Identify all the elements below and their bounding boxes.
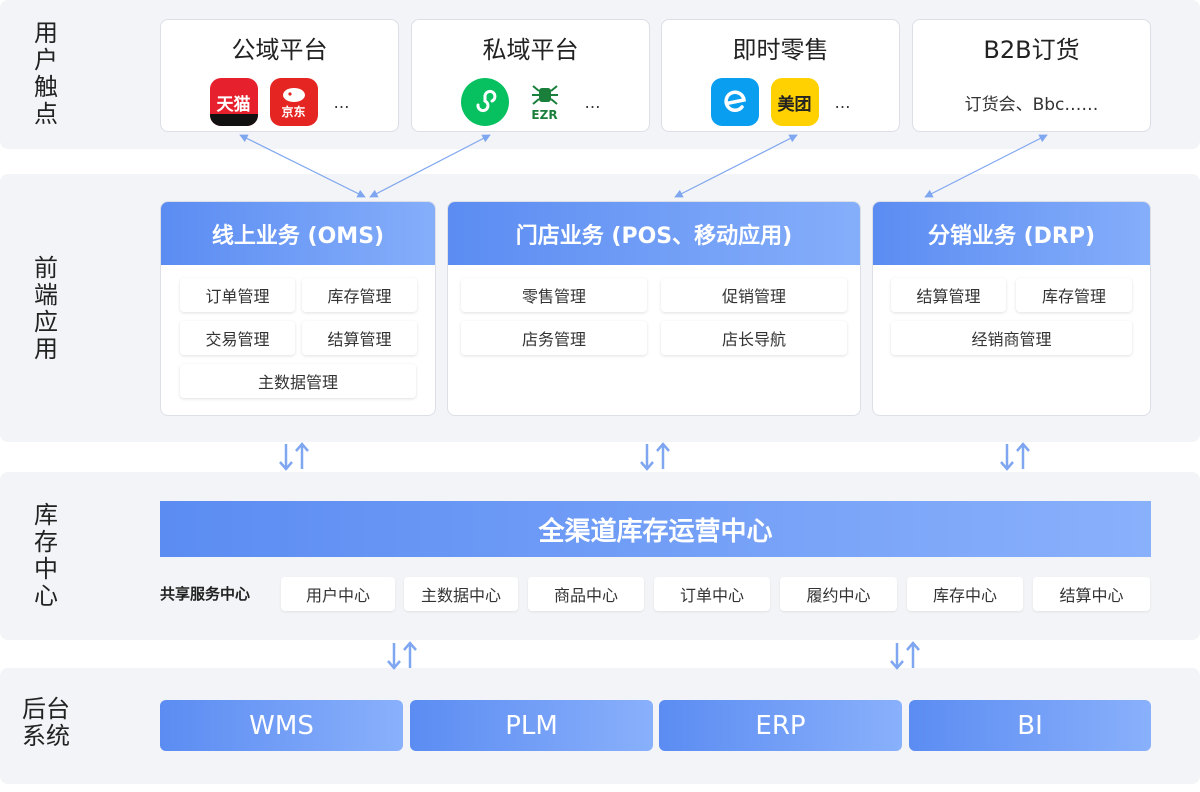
connector-line <box>239 134 366 198</box>
sync-arrow-icon <box>387 641 417 670</box>
sync-arrow-icon <box>1000 442 1030 471</box>
touchpoint-connectors <box>239 134 1048 198</box>
connector-line <box>674 134 798 198</box>
sync-arrows <box>279 442 1030 670</box>
connector-line <box>924 134 1048 198</box>
sync-arrow-icon <box>279 442 309 471</box>
connector-overlay <box>239 134 1048 670</box>
connector-line <box>369 134 491 198</box>
sync-arrow-icon <box>890 641 920 670</box>
sync-arrow-icon <box>640 442 670 471</box>
